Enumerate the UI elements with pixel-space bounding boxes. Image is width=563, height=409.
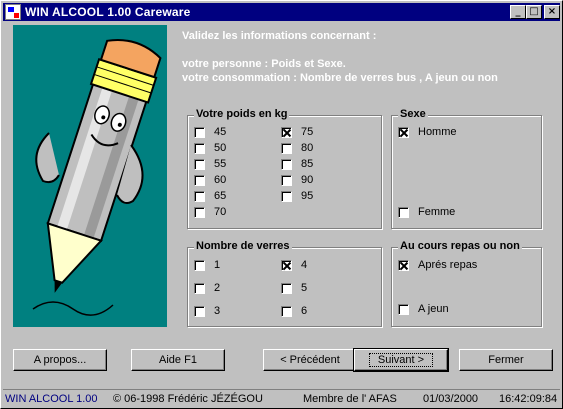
sex-group: Sexe Homme Femme: [391, 108, 542, 229]
sex-option-homme[interactable]: Homme: [398, 125, 457, 139]
checkbox-icon[interactable]: [194, 126, 205, 138]
meal-option-fasting[interactable]: A jeun: [398, 302, 449, 316]
status-app-name: WIN ALCOOL 1.00: [5, 393, 98, 405]
weight-group: Votre poids en kg 45 50 55 60 65 70 75 8…: [187, 108, 382, 229]
close-dialog-button[interactable]: Fermer: [459, 349, 553, 371]
meal-legend: Au cours repas ou non: [398, 240, 522, 252]
weight-option-65[interactable]: 65: [194, 189, 226, 203]
intro-line-2: votre personne : Poids et Sexe.: [182, 58, 346, 70]
glasses-option-1[interactable]: 1: [194, 258, 220, 272]
pencil-illustration: [13, 25, 167, 327]
status-member: Membre de l' AFAS: [303, 393, 397, 405]
weight-option-75[interactable]: 75: [281, 125, 313, 139]
help-button[interactable]: Aide F1: [131, 349, 225, 371]
checkbox-icon[interactable]: [398, 303, 409, 315]
glasses-legend: Nombre de verres: [194, 240, 292, 252]
next-button-label: Suivant >: [368, 353, 434, 367]
about-button[interactable]: A propos...: [13, 349, 107, 371]
checkbox-icon[interactable]: [281, 190, 292, 202]
checkbox-icon[interactable]: [281, 305, 292, 317]
intro-line-3: votre consommation : Nombre de verres bu…: [182, 72, 498, 84]
next-button[interactable]: Suivant >: [353, 348, 449, 372]
intro-text: Validez les informations concernant : vo…: [182, 29, 498, 85]
title-bar[interactable]: WIN ALCOOL 1.00 Careware _ □ ×: [3, 3, 560, 21]
checkbox-checked-icon[interactable]: [398, 259, 409, 271]
maximize-button[interactable]: □: [526, 5, 542, 19]
app-icon[interactable]: [5, 4, 21, 20]
glasses-option-4[interactable]: 4: [281, 258, 307, 272]
weight-option-60[interactable]: 60: [194, 173, 226, 187]
checkbox-checked-icon[interactable]: [398, 126, 409, 138]
glasses-option-3[interactable]: 3: [194, 304, 220, 318]
weight-option-55[interactable]: 55: [194, 157, 226, 171]
glasses-option-6[interactable]: 6: [281, 304, 307, 318]
status-time: 16:42:09:84: [499, 393, 558, 405]
close-button[interactable]: ×: [544, 5, 560, 19]
checkbox-icon[interactable]: [281, 282, 292, 294]
checkbox-icon[interactable]: [194, 142, 205, 154]
window-title: WIN ALCOOL 1.00 Careware: [25, 5, 191, 19]
checkbox-checked-icon[interactable]: [281, 259, 292, 271]
weight-option-45[interactable]: 45: [194, 125, 226, 139]
checkbox-icon[interactable]: [194, 174, 205, 186]
checkbox-icon[interactable]: [194, 305, 205, 317]
checkbox-icon[interactable]: [398, 206, 409, 218]
intro-line-1: Validez les informations concernant :: [182, 30, 377, 42]
pencil-mascot-icon: [32, 39, 162, 316]
weight-option-95[interactable]: 95: [281, 189, 313, 203]
weight-legend: Votre poids en kg: [194, 108, 290, 120]
checkbox-icon[interactable]: [194, 206, 205, 218]
weight-option-85[interactable]: 85: [281, 157, 313, 171]
minimize-button[interactable]: _: [510, 5, 526, 19]
status-date: 01/03/2000: [423, 393, 479, 405]
checkbox-icon[interactable]: [194, 158, 205, 170]
glasses-option-5[interactable]: 5: [281, 281, 307, 295]
checkbox-icon[interactable]: [281, 158, 292, 170]
checkbox-icon[interactable]: [281, 174, 292, 186]
meal-group: Au cours repas ou non Aprés repas A jeun: [391, 240, 542, 327]
glasses-group: Nombre de verres 1 2 3 4 5 6: [187, 240, 382, 327]
status-copyright: © 06-1998 Frédéric JÉZÉGOU: [113, 393, 263, 405]
checkbox-icon[interactable]: [281, 142, 292, 154]
meal-option-after[interactable]: Aprés repas: [398, 258, 477, 272]
sex-legend: Sexe: [398, 108, 428, 120]
previous-button[interactable]: < Précédent: [263, 349, 357, 371]
checkbox-checked-icon[interactable]: [281, 126, 292, 138]
weight-option-90[interactable]: 90: [281, 173, 313, 187]
sex-option-femme[interactable]: Femme: [398, 205, 455, 219]
checkbox-icon[interactable]: [194, 190, 205, 202]
checkbox-icon[interactable]: [194, 282, 205, 294]
weight-option-70[interactable]: 70: [194, 205, 226, 219]
weight-option-80[interactable]: 80: [281, 141, 313, 155]
status-bar: WIN ALCOOL 1.00 © 06-1998 Frédéric JÉZÉG…: [3, 389, 560, 407]
app-window: WIN ALCOOL 1.00 Careware _ □ × Validez l…: [0, 0, 563, 409]
weight-option-50[interactable]: 50: [194, 141, 226, 155]
glasses-option-2[interactable]: 2: [194, 281, 220, 295]
checkbox-icon[interactable]: [194, 259, 205, 271]
